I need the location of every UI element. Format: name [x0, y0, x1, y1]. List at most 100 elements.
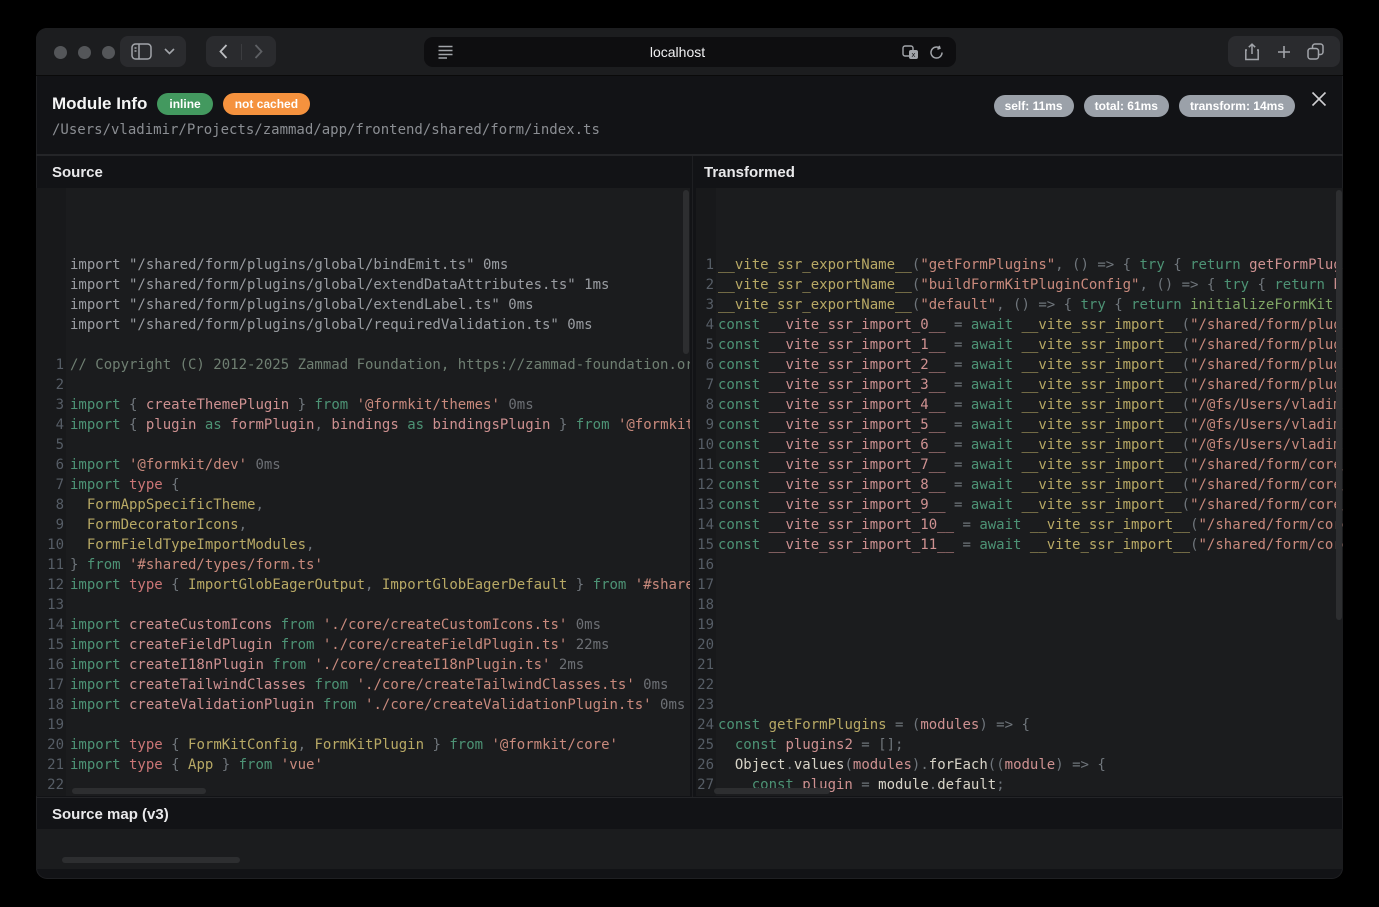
code-line: 18import createValidationPlugin from './…	[36, 695, 690, 715]
code-line: 21import type { App } from 'vue'	[36, 755, 690, 775]
chevron-down-icon[interactable]	[164, 48, 175, 55]
code-line: 11const __vite_ssr_import_7__ = await __…	[696, 455, 1343, 475]
code-line: 10 FormFieldTypeImportModules,	[36, 535, 690, 555]
code-line: 6const __vite_ssr_import_2__ = await __v…	[696, 355, 1343, 375]
code-line: 3import { createThemePlugin } from '@for…	[36, 395, 690, 415]
code-line: 22	[696, 675, 1343, 695]
tabs-icon[interactable]	[1307, 43, 1324, 60]
traffic-light-close[interactable]	[54, 46, 67, 59]
browser-window: localhost x	[36, 28, 1343, 879]
code-line: 20	[696, 635, 1343, 655]
code-line: 17import createTailwindClasses from './c…	[36, 675, 690, 695]
source-code[interactable]: import "/shared/form/plugins/global/bind…	[36, 188, 690, 796]
total-time-badge: total: 61ms	[1084, 95, 1169, 117]
reader-icon[interactable]	[438, 45, 453, 59]
transformed-panel-title: Transformed	[696, 156, 1343, 181]
transformed-vertical-scrollbar[interactable]	[1336, 190, 1342, 620]
code-line: 2	[36, 375, 690, 395]
sidebar-button-group	[120, 36, 186, 67]
inline-badge: inline	[157, 93, 212, 115]
code-line: 13const __vite_ssr_import_9__ = await __…	[696, 495, 1343, 515]
code-line: 3__vite_ssr_exportName__("default", () =…	[696, 295, 1343, 315]
not-cached-badge: not cached	[223, 93, 310, 115]
source-vertical-scrollbar[interactable]	[683, 190, 689, 354]
code-line: 12import type { ImportGlobEagerOutput, I…	[36, 575, 690, 595]
nav-button-group	[206, 36, 276, 67]
sourcemap-title: Source map (v3)	[36, 798, 1343, 823]
code-line: 28 plugins2.push(plugin);	[696, 795, 1343, 796]
new-tab-icon[interactable]	[1277, 45, 1291, 59]
url-bar[interactable]: localhost x	[424, 37, 956, 67]
code-line: 14import createCustomIcons from './core/…	[36, 615, 690, 635]
source-panel-title: Source	[36, 156, 690, 181]
timing-metrics: self: 11ms total: 61ms transform: 14ms	[994, 95, 1295, 117]
code-line: import "/shared/form/plugins/global/exte…	[36, 275, 690, 295]
code-line: 1__vite_ssr_exportName__("getFormPlugins…	[696, 255, 1343, 275]
code-line: import "/shared/form/plugins/global/exte…	[36, 295, 690, 315]
window-actions-group	[1228, 36, 1340, 67]
code-line: 9const __vite_ssr_import_5__ = await __v…	[696, 415, 1343, 435]
code-line: 8const __vite_ssr_import_4__ = await __v…	[696, 395, 1343, 415]
code-line: 4import { plugin as formPlugin, bindings…	[36, 415, 690, 435]
traffic-light-minimize[interactable]	[78, 46, 91, 59]
back-icon[interactable]	[219, 44, 228, 59]
panel-divider	[692, 156, 693, 798]
code-line: 2__vite_ssr_exportName__("buildFormKitPl…	[696, 275, 1343, 295]
source-panel: Source import "/shared/form/plugins/glob…	[36, 156, 690, 798]
code-line: 19	[36, 715, 690, 735]
code-line: import "/shared/form/plugins/global/bind…	[36, 255, 690, 275]
code-line: 8 FormAppSpecificTheme,	[36, 495, 690, 515]
code-line: 6import '@formkit/dev' 0ms	[36, 455, 690, 475]
code-line: 7const __vite_ssr_import_3__ = await __v…	[696, 375, 1343, 395]
code-line: 23	[696, 695, 1343, 715]
sourcemap-code[interactable]: 1 ;;;AAEA;AAAkC;AAAA;AAAA;AAAA;AAClC;AAE…	[36, 829, 1343, 869]
transformed-horizontal-scrollbar[interactable]	[714, 788, 830, 794]
code-line: 19	[696, 615, 1343, 635]
sidebar-icon[interactable]	[131, 43, 152, 60]
code-line: 21	[696, 655, 1343, 675]
code-line: 13	[36, 595, 690, 615]
code-line: 26 Object.values(modules).forEach((modul…	[696, 755, 1343, 775]
reload-icon[interactable]	[929, 45, 944, 60]
close-icon[interactable]	[1309, 89, 1329, 109]
translate-icon[interactable]: x	[902, 45, 919, 60]
browser-toolbar: localhost x	[36, 28, 1343, 76]
traffic-light-zoom[interactable]	[102, 46, 115, 59]
panels-container: Source import "/shared/form/plugins/glob…	[36, 155, 1343, 797]
code-line: 24const getFormPlugins = (modules) => {	[696, 715, 1343, 735]
code-line: import "/shared/form/plugins/global/requ…	[36, 315, 690, 335]
transform-time-badge: transform: 14ms	[1179, 95, 1295, 117]
code-line: 4const __vite_ssr_import_0__ = await __v…	[696, 315, 1343, 335]
code-line: 16import createI18nPlugin from './core/c…	[36, 655, 690, 675]
transformed-panel: Transformed 1__vite_ssr_exportName__("ge…	[696, 156, 1343, 798]
code-line: 10const __vite_ssr_import_6__ = await __…	[696, 435, 1343, 455]
code-line: 15const __vite_ssr_import_11__ = await _…	[696, 535, 1343, 555]
self-time-badge: self: 11ms	[994, 95, 1074, 117]
code-line: 17	[696, 575, 1343, 595]
module-info-header: Module Info inline not cached self: 11ms…	[36, 76, 1343, 155]
module-path: /Users/vladimir/Projects/zammad/app/fron…	[52, 122, 600, 138]
code-line: 15import createFieldPlugin from './core/…	[36, 635, 690, 655]
code-line: 9 FormDecoratorIcons,	[36, 515, 690, 535]
forward-icon[interactable]	[254, 44, 263, 59]
code-line: 20import type { FormKitConfig, FormKitPl…	[36, 735, 690, 755]
code-line	[36, 335, 690, 355]
svg-text:x: x	[911, 51, 915, 59]
page-title: Module Info	[52, 94, 147, 114]
sourcemap-horizontal-scrollbar[interactable]	[62, 857, 240, 863]
code-line: 14const __vite_ssr_import_10__ = await _…	[696, 515, 1343, 535]
code-line: 1// Copyright (C) 2012-2025 Zammad Found…	[36, 355, 690, 375]
code-line: 23export const getFormPlugins = (modules…	[36, 795, 690, 796]
code-line: 25 const plugins2 = [];	[696, 735, 1343, 755]
source-horizontal-scrollbar[interactable]	[72, 788, 206, 794]
code-line: 18	[696, 595, 1343, 615]
code-line: 5	[36, 435, 690, 455]
transformed-code[interactable]: 1__vite_ssr_exportName__("getFormPlugins…	[696, 188, 1343, 796]
url-text[interactable]: localhost	[453, 44, 902, 60]
code-line: 11} from '#shared/types/form.ts'	[36, 555, 690, 575]
code-line: 5const __vite_ssr_import_1__ = await __v…	[696, 335, 1343, 355]
nav-divider	[241, 44, 242, 60]
sourcemap-section: Source map (v3) 1 ;;;AAEA;AAAkC;AAAA;AAA…	[36, 797, 1343, 879]
share-icon[interactable]	[1244, 43, 1260, 61]
code-line: 12const __vite_ssr_import_8__ = await __…	[696, 475, 1343, 495]
